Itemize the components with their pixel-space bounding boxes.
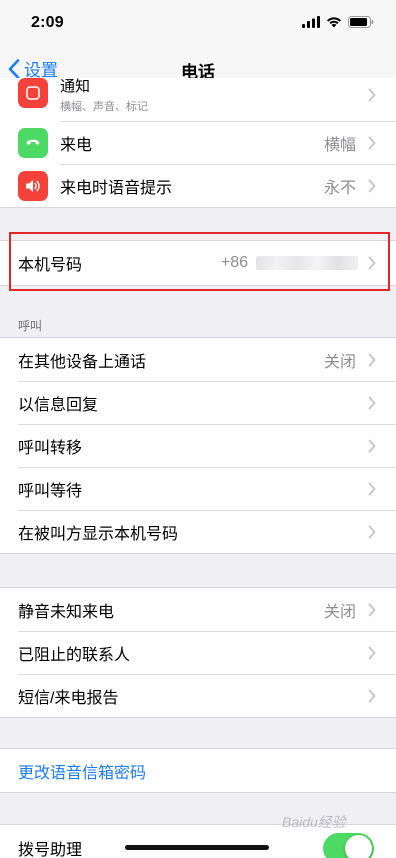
call-waiting-row[interactable]: 呼叫等待 (0, 467, 396, 510)
notifications-icon (18, 78, 48, 108)
speaker-icon (18, 170, 48, 201)
blocked-contacts-label: 已阻止的联系人 (18, 646, 131, 664)
chevron-right-icon (368, 439, 376, 458)
blocked-contacts-row[interactable]: 已阻止的联系人 (0, 631, 396, 674)
chevron-right-icon (368, 353, 376, 372)
calls-on-other-devices-value: 关闭 (323, 353, 356, 371)
blocking-group: 静音未知来电 关闭 已阻止的联系人 短信/来电报告 (0, 587, 396, 718)
chevron-right-icon (368, 179, 376, 198)
phone-icon (18, 127, 48, 158)
notifications-row[interactable]: 通知 横幅、声音、标记 (0, 78, 396, 121)
toggle-knob (345, 835, 372, 858)
announce-calls-value: 永不 (323, 179, 356, 197)
sms-call-reporting-row[interactable]: 短信/来电报告 (0, 674, 396, 717)
chevron-right-icon (368, 689, 376, 708)
highlight-annotation-box (9, 232, 390, 291)
calls-section-header: 呼叫 (18, 319, 43, 333)
home-indicator[interactable] (125, 845, 269, 850)
voicemail-group: 更改语音信箱密码 (0, 748, 396, 793)
change-voicemail-password-link[interactable]: 更改语音信箱密码 (18, 759, 146, 783)
chevron-right-icon (368, 136, 376, 155)
chevron-right-icon (368, 482, 376, 501)
respond-with-text-row[interactable]: 以信息回复 (0, 381, 396, 424)
notifications-label: 通知 (60, 78, 91, 95)
chevron-right-icon (368, 525, 376, 544)
silence-unknown-callers-row[interactable]: 静音未知来电 关闭 (0, 588, 396, 631)
phone-settings-screen: 2:09 设置 电话 通知 横幅、声音、标记 来电 横幅 来电时语音提示 永不 … (0, 0, 396, 858)
chevron-right-icon (368, 603, 376, 622)
calls-on-other-devices-row[interactable]: 在其他设备上通话 关闭 (0, 338, 396, 381)
dial-assist-toggle[interactable] (323, 833, 374, 858)
silence-unknown-callers-label: 静音未知来电 (18, 603, 115, 621)
calls-group: 在其他设备上通话 关闭 以信息回复 呼叫转移 呼叫等待 在被叫方显示本机号码 (0, 337, 396, 554)
announce-calls-label: 来电时语音提示 (60, 179, 173, 197)
chevron-right-icon (368, 396, 376, 415)
respond-with-text-label: 以信息回复 (18, 396, 99, 414)
incoming-call-value: 横幅 (323, 136, 356, 154)
show-caller-id-label: 在被叫方显示本机号码 (18, 525, 179, 543)
wifi-icon (326, 15, 342, 33)
status-time: 2:09 (31, 14, 64, 31)
silence-unknown-callers-value: 关闭 (323, 603, 356, 621)
change-voicemail-password-row[interactable]: 更改语音信箱密码 (0, 749, 396, 792)
incoming-call-row[interactable]: 来电 横幅 (0, 121, 396, 164)
call-waiting-label: 呼叫等待 (18, 482, 83, 500)
calls-on-other-devices-label: 在其他设备上通话 (18, 353, 147, 371)
show-caller-id-row[interactable]: 在被叫方显示本机号码 (0, 510, 396, 553)
incoming-call-label: 来电 (60, 136, 93, 154)
watermark-text: Baidu经验 (282, 814, 346, 830)
battery-icon (348, 15, 374, 33)
signal-icon (302, 15, 320, 33)
chevron-right-icon (368, 646, 376, 665)
call-forwarding-row[interactable]: 呼叫转移 (0, 424, 396, 467)
chevron-right-icon (368, 88, 376, 107)
announce-calls-row[interactable]: 来电时语音提示 永不 (0, 164, 396, 207)
dial-assist-label: 拨号助理 (18, 842, 83, 858)
status-bar: 2:09 (0, 0, 396, 46)
sms-call-reporting-label: 短信/来电报告 (18, 689, 119, 707)
status-icons (302, 15, 374, 33)
call-forwarding-label: 呼叫转移 (18, 439, 83, 457)
notifications-group: 通知 横幅、声音、标记 来电 横幅 来电时语音提示 永不 (0, 78, 396, 208)
notifications-sublabel: 横幅、声音、标记 (60, 101, 148, 113)
